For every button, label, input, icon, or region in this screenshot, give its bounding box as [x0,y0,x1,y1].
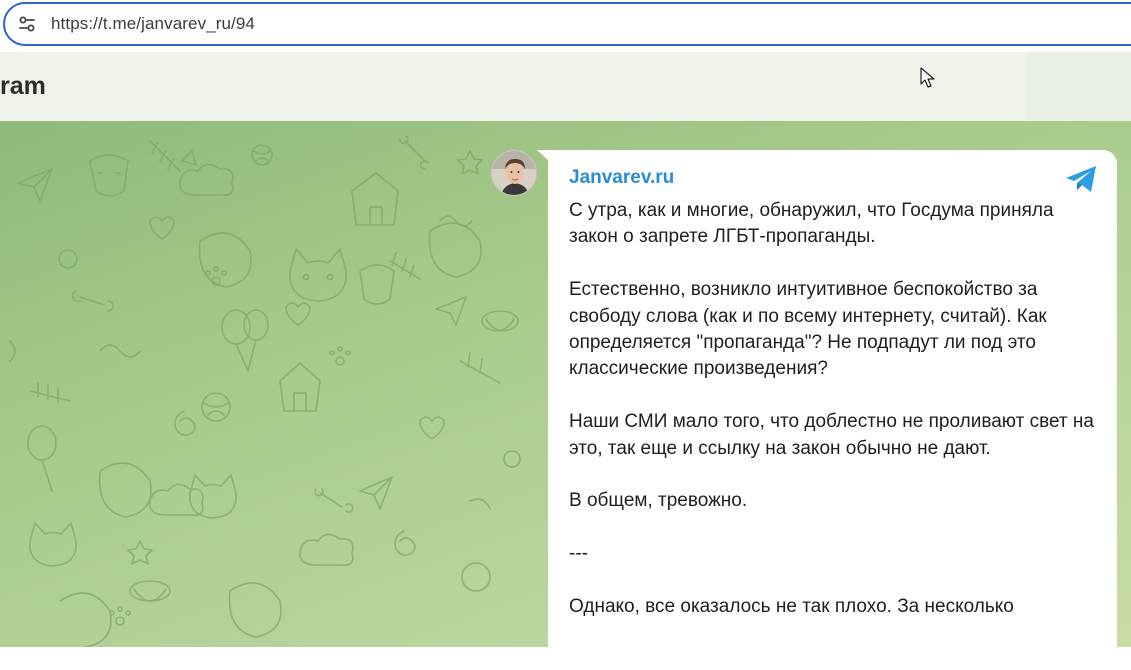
post-paragraph: Однако, все оказалось не так плохо. За н… [569,596,1014,618]
channel-name-link[interactable]: Janvarev.ru [569,167,674,189]
brand-title[interactable]: ram [0,72,46,101]
mouse-pointer-icon [920,67,935,88]
post-text: С утра, как и многие, обнаружил, что Гос… [569,198,1099,647]
header-right-panel [1026,52,1131,121]
telegram-icon[interactable] [1064,164,1098,194]
message-card: Janvarev.ru С утра, как и многие, обнару… [548,150,1117,670]
post-paragraph: Наши СМИ мало того, что доблестно не про… [569,411,1094,459]
channel-avatar[interactable] [491,150,537,196]
browser-toolbar: https://t.me/janvarev_ru/94 [0,0,1131,52]
address-bar[interactable]: https://t.me/janvarev_ru/94 [3,2,1131,46]
page-header: ram [0,52,1131,121]
post-paragraph: --- [569,543,588,565]
post-paragraph: С утра, как и многие, обнаружил, что Гос… [569,200,1054,248]
post-paragraph: В общем, тревожно. [569,490,748,512]
tune-icon[interactable] [17,14,37,34]
url-text[interactable]: https://t.me/janvarev_ru/94 [51,14,255,34]
post-paragraph: Естественно, возникло интуитивное беспок… [569,279,1047,380]
avatar-photo [492,151,536,195]
